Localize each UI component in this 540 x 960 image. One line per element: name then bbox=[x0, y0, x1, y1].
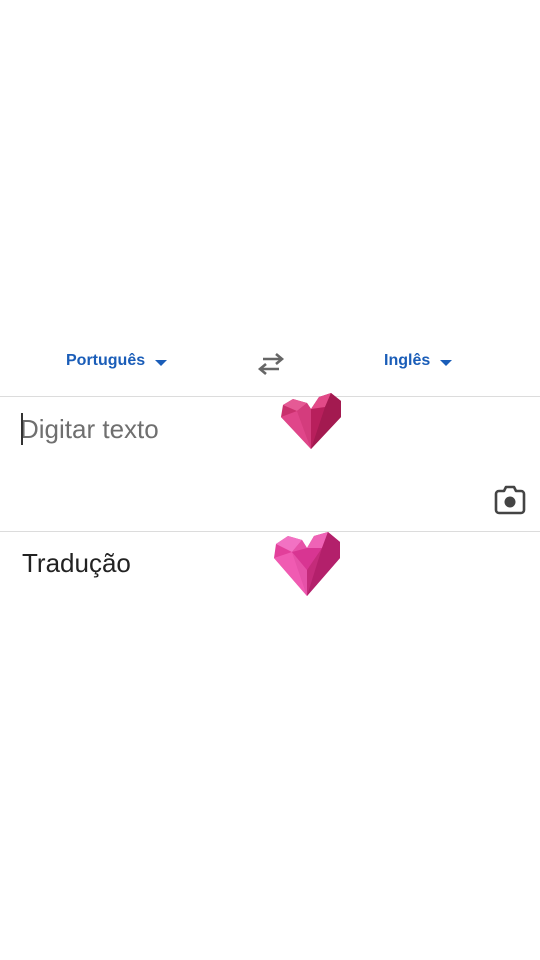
target-language-label: Inglês bbox=[384, 352, 431, 369]
caret-down-icon bbox=[440, 359, 453, 366]
camera-button[interactable] bbox=[494, 485, 526, 515]
heart-sticker bbox=[274, 532, 340, 596]
source-text-input[interactable] bbox=[20, 411, 440, 447]
swap-languages-button[interactable] bbox=[255, 350, 287, 378]
swap-arrows-icon bbox=[257, 353, 285, 375]
source-language-selector[interactable]: Português bbox=[66, 346, 168, 376]
caret-down-icon bbox=[155, 359, 168, 366]
input-area bbox=[0, 397, 540, 531]
translation-placeholder: Tradução bbox=[22, 548, 131, 578]
divider bbox=[0, 531, 540, 532]
language-bar: Português Inglês bbox=[0, 334, 540, 392]
translate-screen: Português Inglês Tradução bbox=[0, 0, 540, 960]
heart-sticker bbox=[281, 393, 341, 449]
source-language-label: Português bbox=[66, 352, 146, 369]
text-cursor bbox=[21, 413, 23, 445]
target-language-selector[interactable]: Inglês bbox=[384, 346, 453, 376]
camera-icon bbox=[494, 485, 526, 515]
